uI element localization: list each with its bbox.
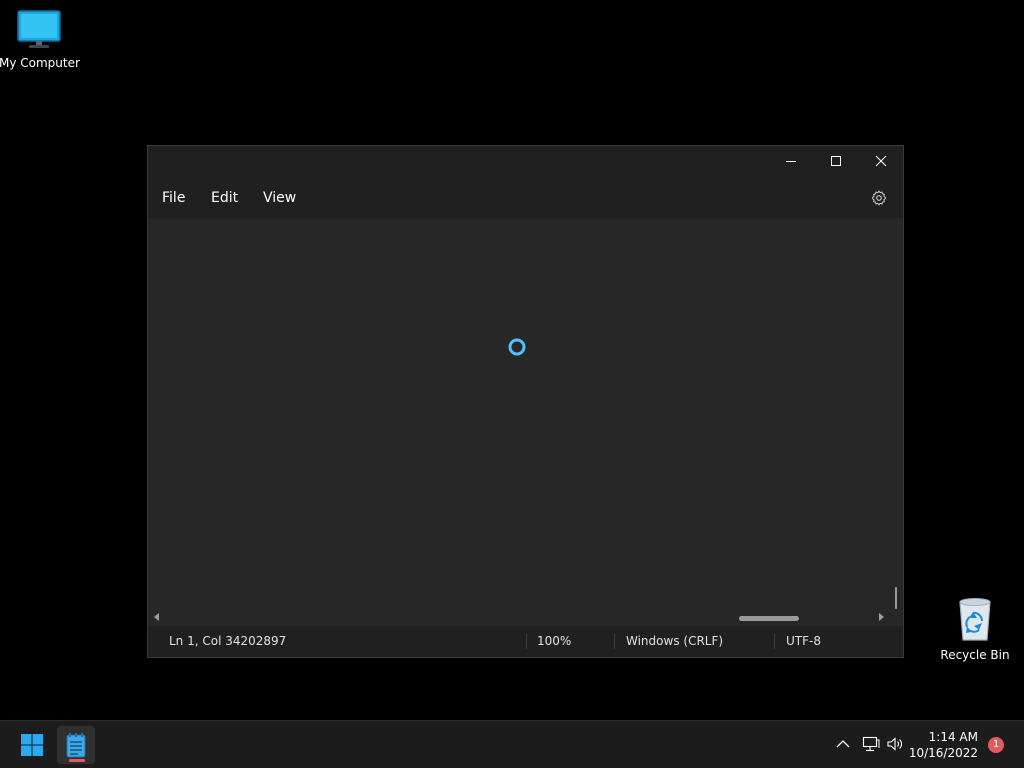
horizontal-scrollbar-thumb[interactable] (739, 616, 799, 621)
gear-icon (872, 190, 886, 206)
show-hidden-icons-button[interactable] (832, 733, 854, 755)
notepad-window: File Edit View Ln 1, Col 34202897 100% W… (147, 145, 904, 658)
desktop-icon-my-computer[interactable]: My Computer (0, 10, 80, 70)
loading-spinner-icon (508, 338, 526, 356)
settings-button[interactable] (869, 188, 889, 208)
start-button[interactable] (13, 726, 51, 764)
network-icon (862, 736, 880, 752)
close-button[interactable] (858, 146, 904, 176)
status-cursor-position: Ln 1, Col 34202897 (169, 634, 287, 648)
notepad-icon (66, 733, 86, 758)
taskbar: 1:14 AM 10/16/2022 1 (0, 720, 1024, 768)
menu-file[interactable]: File (158, 188, 189, 208)
taskbar-app-notepad[interactable] (57, 726, 95, 764)
chevron-up-icon (836, 740, 850, 748)
system-clock[interactable]: 1:14 AM 10/16/2022 (909, 729, 978, 761)
maximize-button[interactable] (813, 146, 859, 176)
menu-view[interactable]: View (259, 188, 300, 208)
status-divider (614, 634, 615, 649)
monitor-icon (0, 10, 79, 53)
desktop-icon-label: Recycle Bin (940, 648, 1010, 662)
menu-edit[interactable]: Edit (207, 188, 242, 208)
menu-bar: File Edit View (148, 178, 903, 216)
running-app-indicator (69, 759, 85, 762)
desktop-icon-recycle-bin[interactable]: Recycle Bin (935, 596, 1015, 662)
vertical-scrollbar-thumb[interactable] (895, 587, 897, 609)
status-encoding[interactable]: UTF-8 (786, 626, 821, 657)
clock-date: 10/16/2022 (908, 746, 978, 760)
maximize-icon (831, 156, 841, 166)
notification-badge[interactable]: 1 (988, 737, 1004, 753)
close-icon (875, 155, 887, 167)
desktop: My Computer Recycle Bin File Edit View L… (0, 0, 1024, 720)
scroll-right-arrow-icon[interactable] (877, 613, 885, 621)
scroll-left-arrow-icon[interactable] (153, 613, 161, 621)
horizontal-scrollbar[interactable] (148, 609, 903, 625)
status-bar: Ln 1, Col 34202897 100% Windows (CRLF) U… (148, 626, 903, 657)
status-divider (774, 634, 775, 649)
status-divider (526, 634, 527, 649)
clock-time: 1:14 AM (928, 730, 978, 744)
minimize-icon (786, 161, 796, 162)
windows-start-icon (21, 734, 43, 756)
desktop-icon-label: My Computer (0, 56, 80, 70)
status-zoom[interactable]: 100% (537, 626, 571, 657)
text-editor-area[interactable] (148, 218, 903, 628)
network-button[interactable] (860, 733, 882, 755)
minimize-button[interactable] (768, 146, 814, 176)
recycle-bin-icon (935, 596, 1015, 645)
volume-button[interactable] (884, 733, 906, 755)
status-line-ending[interactable]: Windows (CRLF) (626, 626, 723, 657)
speaker-icon (887, 737, 902, 751)
window-titlebar[interactable] (148, 146, 903, 176)
